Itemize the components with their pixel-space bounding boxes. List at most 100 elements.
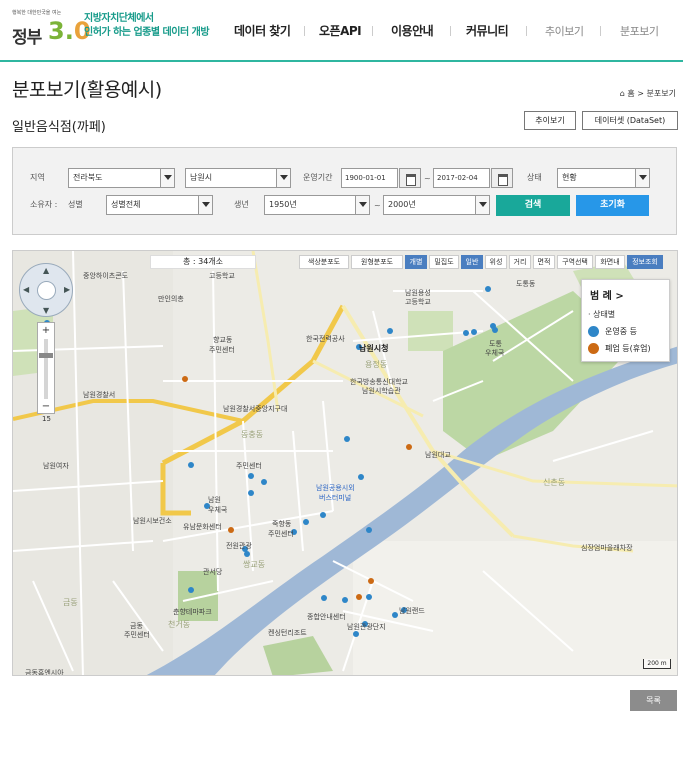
nav-open-api[interactable]: 오픈API bbox=[319, 22, 362, 39]
map-scale-bar: 200 m bbox=[643, 659, 671, 669]
map-area-label: 천거동 bbox=[168, 620, 191, 629]
page-title: 분포보기(활용예시) bbox=[12, 79, 162, 101]
map-place-label: 만인의총 bbox=[158, 295, 184, 303]
distance-tool-button[interactable]: 거리 bbox=[509, 255, 531, 269]
city-select[interactable]: 남원시 bbox=[185, 168, 291, 188]
map-place-label: 버스터미널 bbox=[319, 494, 352, 502]
nav-guide[interactable]: 이용안내 bbox=[391, 22, 434, 39]
density-view-button[interactable]: 밀집도 bbox=[429, 255, 459, 269]
orange-circle-icon bbox=[588, 343, 599, 354]
business-type-title: 일반음식점(까페) bbox=[12, 120, 106, 135]
map-pan-control[interactable]: ▲ ▼ ◀ ▶ bbox=[19, 263, 73, 317]
map-place-label: 도통동 bbox=[516, 280, 536, 288]
pan-right-icon[interactable]: ▶ bbox=[64, 285, 70, 294]
province-select[interactable]: 전라북도 bbox=[68, 168, 175, 188]
map-place-label: 심장엄마을래차장 bbox=[581, 544, 633, 552]
pan-down-icon[interactable]: ▼ bbox=[43, 306, 49, 315]
map-place-label: 켄싱턴리조트 bbox=[268, 629, 307, 637]
map-place-label: 춘향테마파크 bbox=[173, 608, 212, 616]
map-place-label: 금동홈엔시아 bbox=[25, 669, 64, 676]
gender-label: 성별 bbox=[68, 200, 83, 209]
nav-data-search[interactable]: 데이터 찾기 bbox=[234, 22, 291, 39]
pan-center-icon[interactable] bbox=[37, 281, 56, 300]
map-place-label: 남원시청 bbox=[359, 344, 389, 353]
nav-divider bbox=[372, 26, 373, 36]
legend-item-closed: 폐업 등(휴업) bbox=[588, 343, 651, 354]
map-place-label: 주민센터 bbox=[236, 462, 262, 470]
satellite-map-button[interactable]: 위성 bbox=[485, 255, 507, 269]
birth-to-select[interactable]: 2000년 bbox=[383, 195, 490, 215]
map-place-label: 우체국 bbox=[208, 506, 228, 514]
individual-view-button[interactable]: 개별 bbox=[405, 255, 427, 269]
calendar-icon[interactable] bbox=[491, 168, 513, 188]
normal-map-button[interactable]: 일반 bbox=[461, 255, 483, 269]
legend-item-operating: 운영중 등 bbox=[588, 326, 637, 337]
logo-slogan: 지방자치단체에서 인허가 하는 업종별 데이터 개방 bbox=[84, 13, 210, 38]
dataset-button[interactable]: 데이터셋 (DataSet) bbox=[582, 111, 678, 130]
nav-community[interactable]: 커뮤니티 bbox=[466, 22, 509, 39]
map-place-label: 고등학교 bbox=[209, 272, 235, 280]
nav-divider bbox=[450, 26, 451, 36]
chevron-down-icon bbox=[160, 169, 174, 187]
map-place-label: 관서당 bbox=[203, 568, 223, 576]
range-tilde: ~ bbox=[424, 174, 431, 183]
map-place-label: 전원관광 bbox=[226, 542, 252, 550]
status-select[interactable]: 현황 bbox=[557, 168, 650, 188]
list-button[interactable]: 목록 bbox=[630, 690, 677, 711]
chevron-down-icon bbox=[198, 196, 212, 214]
birth-year-label: 생년 bbox=[234, 200, 249, 209]
map-place-label: 우체국 bbox=[485, 349, 505, 357]
map-place-label: 남원경찰서 bbox=[83, 391, 116, 399]
map-place-label: 주민센터 bbox=[124, 631, 150, 639]
map-place-label: 유남문화센터 bbox=[183, 523, 222, 531]
search-button[interactable]: 검색 bbox=[496, 195, 570, 216]
zoom-in-button[interactable]: + bbox=[38, 325, 54, 337]
search-panel: 지역 전라북도 남원시 운영기간 1900-01-01 ~ 2017-02-04… bbox=[12, 147, 677, 235]
zoom-level: 15 bbox=[42, 415, 51, 423]
map-place-label: 종합안내센터 bbox=[307, 613, 346, 621]
blue-circle-icon bbox=[588, 326, 599, 337]
zoom-handle[interactable] bbox=[39, 353, 53, 358]
map-place-label: 중앙하이츠콘도 bbox=[83, 272, 129, 280]
legend-subtitle: · 상태별 bbox=[588, 310, 616, 319]
logo-gov-text: 정부 bbox=[12, 28, 42, 48]
trend-view-button[interactable]: 추이보기 bbox=[524, 111, 576, 130]
birth-from-select[interactable]: 1950년 bbox=[264, 195, 370, 215]
zoom-track[interactable] bbox=[44, 339, 48, 399]
nav-divider bbox=[600, 26, 601, 36]
zoom-out-button[interactable]: − bbox=[38, 401, 54, 413]
in-view-button[interactable]: 화면내 bbox=[595, 255, 625, 269]
map-area-label: 용정동 bbox=[365, 360, 388, 369]
legend-title[interactable]: 범 례 > bbox=[590, 287, 624, 302]
pan-left-icon[interactable]: ◀ bbox=[23, 285, 29, 294]
region-select-button[interactable]: 구역선택 bbox=[557, 255, 593, 269]
zoom-slider[interactable]: + − bbox=[37, 322, 55, 414]
calendar-icon[interactable] bbox=[399, 168, 421, 188]
color-distribution-button[interactable]: 색상분포도 bbox=[299, 255, 349, 269]
nav-trend[interactable]: 추이보기 bbox=[545, 23, 584, 39]
info-query-button[interactable]: 정보조회 bbox=[627, 255, 663, 269]
date-to-input[interactable]: 2017-02-04 bbox=[433, 168, 490, 188]
site-header: 행복한 대한민국을 여는 정부 3.0 지방자치단체에서 인허가 하는 업종별 … bbox=[0, 0, 683, 62]
gender-select[interactable]: 성별전체 bbox=[106, 195, 213, 215]
map-place-label: 남원 bbox=[208, 496, 221, 504]
map-place-label: 주민센터 bbox=[268, 530, 294, 538]
date-from-input[interactable]: 1900-01-01 bbox=[341, 168, 398, 188]
area-tool-button[interactable]: 면적 bbox=[533, 255, 555, 269]
map-area-label: 금동 bbox=[63, 598, 78, 607]
result-count: 총 : 34개소 bbox=[150, 255, 256, 269]
circle-distribution-button[interactable]: 원형분포도 bbox=[351, 255, 403, 269]
reset-button[interactable]: 초기화 bbox=[576, 195, 649, 216]
map-place-label: 죽항동 bbox=[272, 520, 292, 528]
map-place-label: 남원경찰서중앙지구대 bbox=[223, 405, 288, 413]
map-place-label: 남원대교 bbox=[425, 451, 451, 459]
chevron-down-icon bbox=[635, 169, 649, 187]
map-area-label: 동충동 bbox=[241, 430, 264, 439]
map-place-label: 남원공용시외 bbox=[316, 484, 355, 492]
site-logo[interactable]: 행복한 대한민국을 여는 정부 3.0 지방자치단체에서 인허가 하는 업종별 … bbox=[12, 9, 212, 49]
nav-distribution[interactable]: 분포보기 bbox=[620, 23, 659, 39]
distribution-map[interactable]: 중앙하이츠콘도 고등학교 만인의총 향교동 주민센터 남원시청 한국전력공사 남… bbox=[12, 250, 678, 676]
pan-up-icon[interactable]: ▲ bbox=[43, 266, 49, 275]
breadcrumb[interactable]: ⌂ 홈 > 분포보기 bbox=[620, 88, 676, 99]
chevron-down-icon bbox=[475, 196, 489, 214]
